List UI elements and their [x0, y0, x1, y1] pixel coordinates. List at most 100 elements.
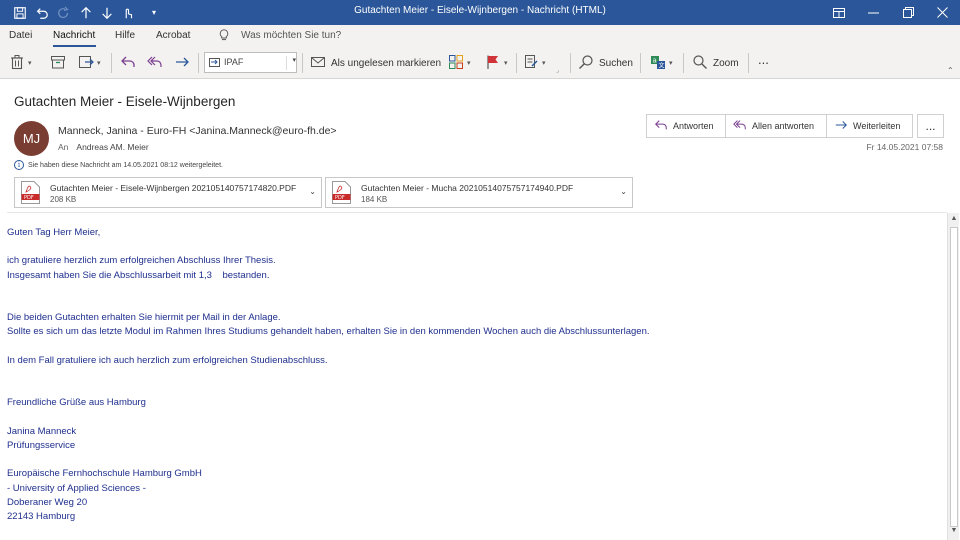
- forward-label: Weiterleiten: [853, 121, 901, 131]
- editing-button[interactable]: ▾: [523, 52, 546, 74]
- move-button[interactable]: ▾: [78, 52, 101, 74]
- scrollbar-thumb[interactable]: [950, 227, 958, 527]
- forward-icon: [827, 118, 853, 134]
- collapse-ribbon-icon[interactable]: ⌃: [947, 66, 954, 75]
- body-line: [7, 368, 937, 382]
- scroll-down-arrow[interactable]: ▼: [948, 527, 960, 539]
- message-more-button[interactable]: ...: [917, 114, 944, 138]
- recipient-line: An Andreas AM. Meier: [58, 142, 149, 152]
- pdf-icon: PDF: [332, 181, 351, 204]
- search-button[interactable]: Suchen: [578, 52, 633, 74]
- restore-icon[interactable]: [891, 0, 925, 25]
- body-line: ich gratuliere herzlich zum erfolgreiche…: [7, 255, 276, 267]
- menu-nachricht[interactable]: Nachricht: [53, 30, 95, 41]
- chevron-down-icon: ▾: [97, 60, 101, 67]
- zoom-label: Zoom: [713, 57, 739, 69]
- body-line: - University of Applied Sciences -: [7, 482, 146, 494]
- ribbon-display-icon[interactable]: [822, 0, 856, 25]
- sender-name[interactable]: Manneck, Janina - Euro-FH <Janina.Mannec…: [58, 125, 337, 137]
- move-to-folder-icon: [78, 54, 94, 73]
- forwarded-info: i Sie haben diese Nachricht am 14.05.202…: [14, 160, 223, 170]
- reply-icon: [647, 118, 673, 134]
- reply-all-icon: [726, 118, 752, 134]
- folder-icon: [209, 56, 221, 70]
- body-line: Die beiden Gutachten erhalten Sie hiermi…: [7, 312, 281, 324]
- active-tab-indicator: [53, 45, 96, 47]
- editing-icon: [523, 54, 539, 73]
- translate-icon: a文: [650, 54, 666, 73]
- ribbon-separator: [683, 53, 684, 73]
- reply-all-icon: [147, 54, 163, 73]
- forward-button[interactable]: Weiterleiten: [827, 114, 913, 138]
- ribbon-separator: [198, 53, 199, 73]
- body-line: Guten Tag Herr Meier,: [7, 227, 101, 238]
- svg-text:PDF: PDF: [24, 195, 34, 201]
- avatar[interactable]: MJ: [14, 121, 49, 156]
- archive-button[interactable]: [50, 52, 66, 74]
- reply-label: Antworten: [673, 121, 714, 131]
- archive-icon: [50, 54, 66, 73]
- search-label: Suchen: [599, 57, 633, 69]
- chevron-down-icon[interactable]: ⌄: [309, 187, 316, 196]
- body-line: [7, 340, 937, 354]
- message-subject: Gutachten Meier - Eisele-Wijnbergen: [14, 94, 236, 109]
- tell-me-search[interactable]: Was möchten Sie tun?: [241, 30, 341, 41]
- forward-ribbon-button[interactable]: [174, 52, 190, 74]
- zoom-button[interactable]: Zoom: [692, 52, 739, 74]
- ribbon-separator: [748, 53, 749, 73]
- folder-name: IPAF: [224, 57, 244, 67]
- menu-hilfe[interactable]: Hilfe: [115, 30, 135, 41]
- mark-unread-button[interactable]: Als ungelesen markieren: [310, 52, 441, 74]
- ribbon: ▾ ▾ Als ungelesen markieren ▾ ▾ ▾ ⌟ Such…: [0, 48, 960, 79]
- group-launcher-icon[interactable]: ⌟: [556, 67, 559, 74]
- chevron-down-icon: ▾: [28, 60, 32, 67]
- body-line: [7, 411, 937, 425]
- body-line: Doberaner Weg 20: [7, 496, 88, 508]
- attachment-name: Gutachten Meier - Eisele-Wijnbergen 2021…: [50, 183, 297, 193]
- categorize-icon: [448, 54, 464, 73]
- follow-up-button[interactable]: ▾: [485, 52, 508, 74]
- title-bar: ▾ Gutachten Meier - Eisele-Wijnbergen - …: [0, 0, 960, 25]
- chevron-down-icon: ▾: [669, 60, 673, 67]
- attachment-card[interactable]: PDF Gutachten Meier - Mucha 202105140757…: [325, 177, 633, 208]
- ribbon-separator: [302, 53, 303, 73]
- mark-unread-label: Als ungelesen markieren: [331, 57, 442, 69]
- pdf-icon: PDF: [21, 181, 40, 204]
- message-body: Guten Tag Herr Meier, ich gratuliere herz…: [7, 226, 937, 524]
- scroll-up-arrow[interactable]: ▲: [948, 215, 960, 227]
- minimize-icon[interactable]: [856, 0, 890, 25]
- menu-datei[interactable]: Datei: [9, 30, 32, 41]
- chevron-down-icon: ▾: [542, 60, 546, 67]
- body-line: [7, 240, 937, 254]
- vertical-scrollbar[interactable]: ▲ ▼: [947, 213, 959, 540]
- ribbon-more-button[interactable]: ...: [758, 48, 769, 70]
- attachment-size: 208 KB: [50, 195, 77, 204]
- reply-all-ribbon-button[interactable]: [147, 52, 163, 74]
- chevron-down-icon: ▾: [467, 60, 471, 67]
- body-line: Freundliche Grüße aus Hamburg: [7, 397, 146, 409]
- ribbon-separator: [570, 53, 571, 73]
- move-to-folder-dropdown[interactable]: IPAF ▾: [204, 52, 297, 73]
- close-icon[interactable]: [925, 0, 959, 25]
- categorize-button[interactable]: ▾: [448, 52, 471, 74]
- svg-text:文: 文: [659, 61, 665, 69]
- reply-icon: [120, 54, 136, 73]
- body-line: 22143 Hamburg: [7, 510, 76, 522]
- header-divider: [7, 212, 947, 213]
- menu-acrobat[interactable]: Acrobat: [156, 30, 190, 41]
- chevron-down-icon[interactable]: ⌄: [620, 187, 627, 196]
- search-icon: [578, 54, 594, 73]
- reply-all-button[interactable]: Allen antworten: [726, 114, 827, 138]
- body-line: Janina Manneck: [7, 425, 77, 437]
- reply-all-label: Allen antworten: [752, 121, 815, 131]
- attachment-name: Gutachten Meier - Mucha 2021051407575717…: [361, 183, 574, 193]
- body-line: [7, 382, 937, 396]
- body-line: [7, 453, 937, 467]
- attachment-card[interactable]: PDF Gutachten Meier - Eisele-Wijnbergen …: [14, 177, 322, 208]
- reply-button[interactable]: Antworten: [646, 114, 726, 138]
- translate-button[interactable]: a文 ▾: [650, 52, 673, 74]
- lightbulb-icon: [219, 29, 229, 44]
- delete-button[interactable]: ▾: [9, 52, 32, 74]
- reply-ribbon-button[interactable]: [120, 52, 136, 74]
- recipient-name[interactable]: Andreas AM. Meier: [76, 142, 148, 152]
